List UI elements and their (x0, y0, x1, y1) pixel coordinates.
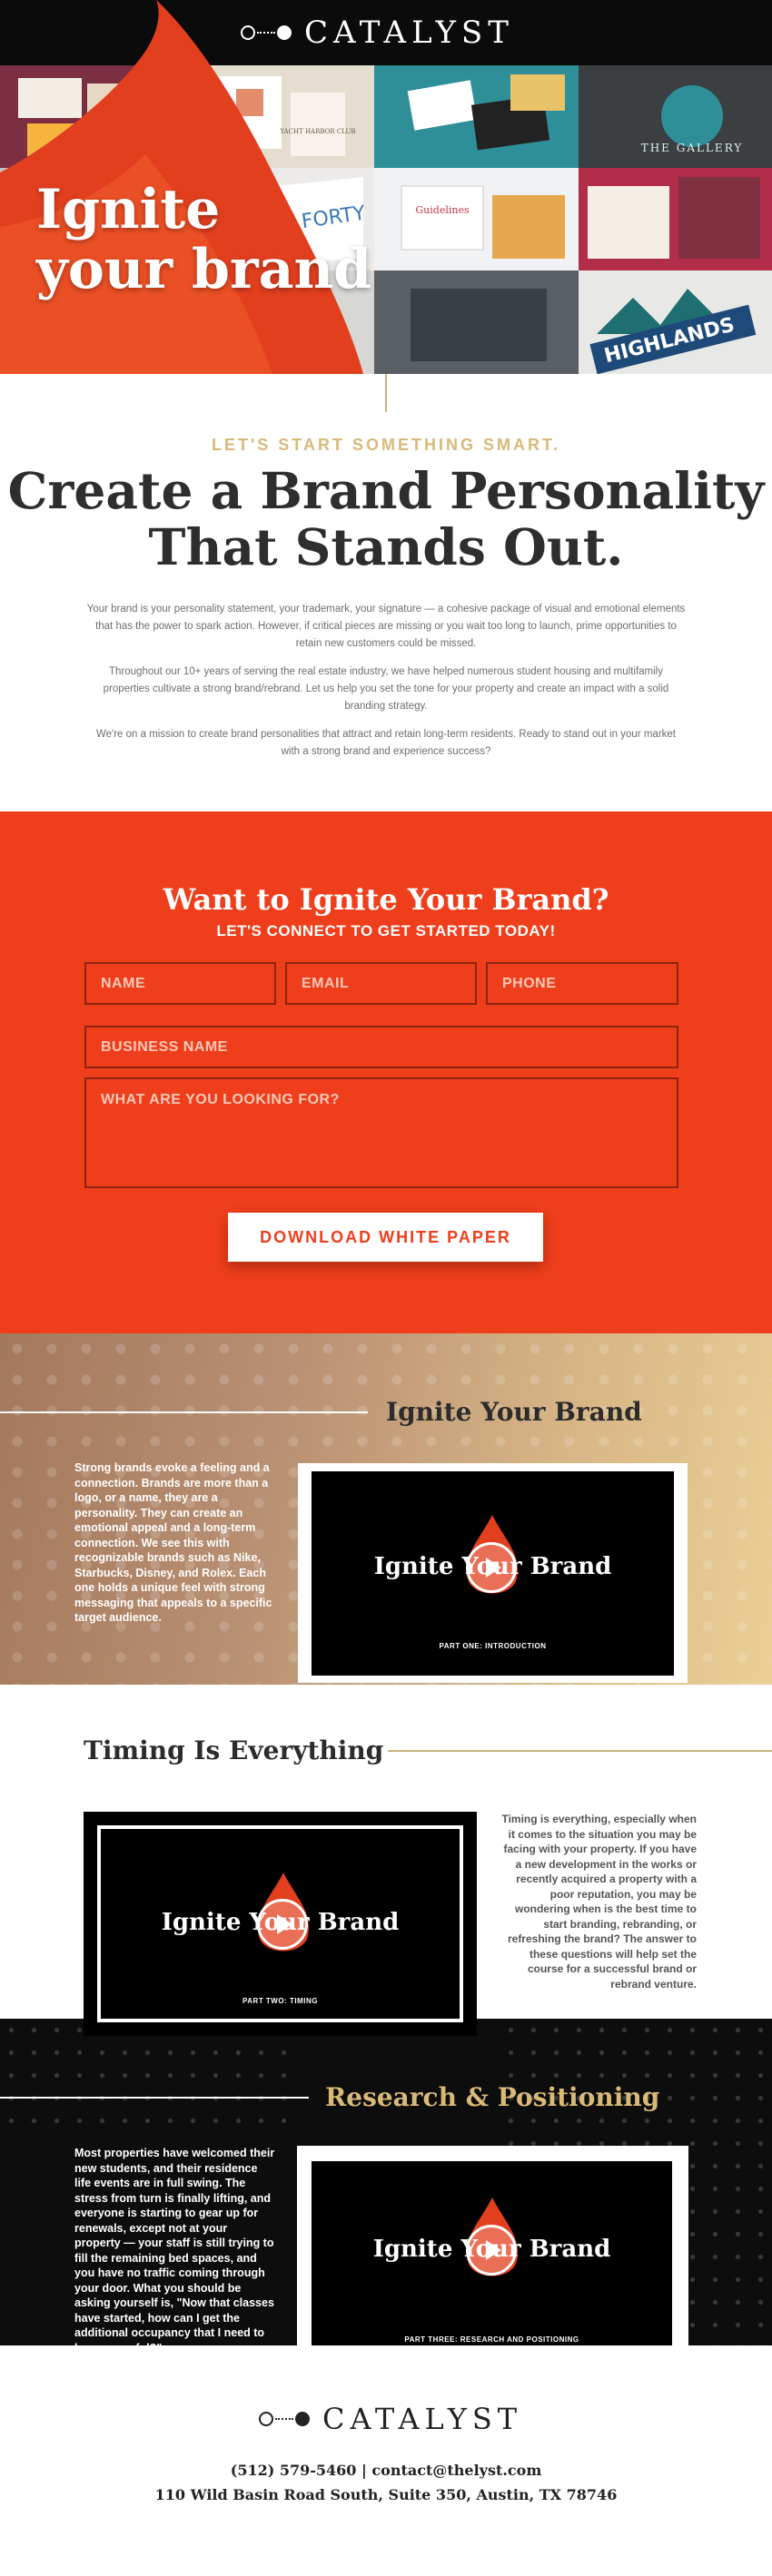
divider-line (385, 374, 387, 412)
logo-wordmark: CATALYST (322, 2402, 523, 2436)
portfolio-tile: THE GALLERY (579, 65, 772, 168)
intro-headline: Create a Brand Personality That Stands O… (0, 463, 772, 575)
phone-link[interactable]: (512) 579-5460 (231, 2462, 357, 2479)
footer-logo[interactable]: CATALYST (259, 2403, 522, 2435)
video-frame: Ignite Your Brand PART THREE: RESEARCH A… (297, 2146, 688, 2345)
video-player[interactable]: Ignite Your Brand PART THREE: RESEARCH A… (312, 2161, 672, 2345)
header-logo[interactable]: CATALYST (241, 16, 514, 49)
ignite-video-section: Ignite Your Brand Strong brands evoke a … (0, 1333, 772, 1685)
play-icon (277, 1914, 292, 1934)
intro-copy: Your brand is your personality statement… (86, 601, 686, 772)
form-subtitle: LET'S CONNECT TO GET STARTED TODAY! (216, 922, 556, 939)
section-blurb: Most properties have welcomed their new … (74, 2147, 275, 2345)
intro-paragraph: Throughout our 10+ years of serving the … (103, 666, 669, 712)
intro-paragraph: Your brand is your personality statement… (86, 604, 686, 649)
timing-section: Timing Is Everything Ignite Your Brand P… (0, 1685, 772, 2036)
intro-kicker: LET'S START SOMETHING SMART. (212, 436, 560, 454)
headline-line1: Create a Brand Personality (7, 461, 765, 520)
footer-contact: (512) 579-5460 | contact@thelyst.com (0, 2462, 772, 2479)
play-icon (486, 2240, 501, 2260)
business-name-field[interactable] (84, 1026, 678, 1068)
video-inner-border: Ignite Your Brand PART TWO: TIMING (97, 1825, 463, 2022)
research-section: Research & Positioning Most properties h… (0, 2019, 772, 2345)
phone-field[interactable] (486, 962, 678, 1005)
hero-title-line2: your brand (36, 238, 372, 301)
logo-wordmark: CATALYST (304, 15, 514, 51)
heading-rule (0, 2097, 309, 2099)
play-icon (486, 1558, 501, 1578)
portfolio-tile (374, 65, 579, 168)
video-frame: Ignite Your Brand PART ONE: INTRODUCTION (298, 1463, 688, 1683)
portfolio-tile (374, 270, 579, 374)
tile-label: THE GALLERY (641, 142, 744, 154)
play-button[interactable] (257, 1899, 308, 1950)
portfolio-tile: Guidelines (374, 168, 579, 270)
portfolio-tile: HIGHLANDS (579, 270, 772, 374)
section-heading: Ignite Your Brand (386, 1397, 642, 1427)
video-player[interactable]: Ignite Your Brand PART ONE: INTRODUCTION (312, 1471, 674, 1676)
hero-title: Ignite your brand (36, 180, 371, 300)
video-part-label: PART TWO: TIMING (242, 1997, 318, 2005)
section-blurb: Strong brands evoke a feeling and a conn… (74, 1461, 272, 1624)
catalyst-logo-icon (241, 25, 292, 40)
footer-address: 110 Wild Basin Road South, Suite 350, Au… (154, 2486, 618, 2503)
play-button[interactable] (466, 1542, 517, 1593)
intro-paragraph: We're on a mission to create brand perso… (95, 729, 676, 757)
section-blurb: Timing is everything, especially when it… (501, 1813, 697, 1991)
catalyst-logo-icon (259, 2412, 310, 2426)
section-heading: Research & Positioning (325, 2082, 660, 2112)
message-field[interactable] (84, 1077, 678, 1188)
heading-rule (0, 1411, 368, 1413)
heading-rule (388, 1750, 772, 1752)
tile-label: Guidelines (415, 204, 470, 216)
hero-section: CATALYST YACHT HARBOR CLUB THE GALLERY T… (0, 0, 772, 374)
video-part-label: PART THREE: RESEARCH AND POSITIONING (404, 2335, 579, 2344)
video-player[interactable]: Ignite Your Brand PART TWO: TIMING (84, 1812, 477, 2036)
contact-form-section: Want to Ignite Your Brand? LET'S CONNECT… (0, 811, 772, 1333)
contact-separator: | (361, 2462, 367, 2479)
hero-title-line1: Ignite (36, 178, 221, 241)
footer: CATALYST (512) 579-5460 | contact@thelys… (0, 2345, 772, 2529)
download-white-paper-button[interactable]: DOWNLOAD WHITE PAPER (228, 1213, 543, 1262)
form-title: Want to Ignite Your Brand? (163, 882, 609, 917)
intro-section: LET'S START SOMETHING SMART. Create a Br… (0, 374, 772, 811)
section-heading: Timing Is Everything (84, 1735, 384, 1765)
headline-line2: That Stands Out. (148, 517, 624, 576)
name-field[interactable] (84, 962, 276, 1005)
portfolio-tile (579, 168, 772, 270)
video-part-label: PART ONE: INTRODUCTION (439, 1642, 547, 1650)
play-button[interactable] (466, 2225, 517, 2276)
email-link[interactable]: contact@thelyst.com (371, 2462, 541, 2479)
email-field[interactable] (285, 962, 477, 1005)
